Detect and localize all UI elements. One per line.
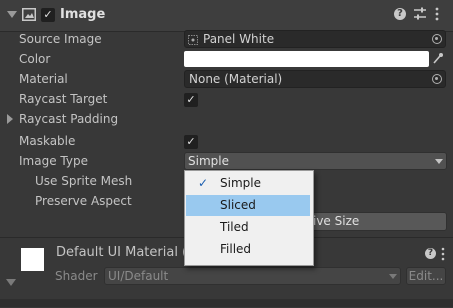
menu-item-simple[interactable]: ✓ Simple bbox=[186, 173, 310, 194]
menu-item-label: Simple bbox=[220, 176, 261, 190]
material-help-icon[interactable]: ? bbox=[425, 248, 436, 259]
image-component-icon bbox=[22, 8, 36, 21]
source-image-value: Panel White bbox=[203, 32, 275, 46]
shader-dropdown-arrow-icon bbox=[389, 274, 397, 279]
material-foldout-icon[interactable] bbox=[6, 279, 16, 286]
material-field[interactable]: None (Material) bbox=[184, 70, 446, 88]
color-label: Color bbox=[19, 52, 51, 66]
material-label: Material bbox=[19, 72, 68, 86]
image-type-menu: ✓ Simple Sliced Tiled Filled bbox=[184, 170, 314, 266]
menu-item-label: Filled bbox=[220, 242, 252, 256]
shader-edit-button[interactable]: Edit... bbox=[406, 267, 446, 285]
sprite-icon bbox=[188, 34, 198, 45]
preserve-aspect-label: Preserve Aspect bbox=[35, 194, 132, 208]
material-value: None (Material) bbox=[189, 72, 283, 86]
image-type-label: Image Type bbox=[19, 154, 88, 168]
component-enabled-checkbox[interactable]: ✓ bbox=[41, 8, 55, 22]
dropdown-arrow-icon bbox=[435, 159, 443, 164]
shader-label: Shader bbox=[55, 269, 98, 283]
set-native-size-label: ive Size bbox=[313, 214, 360, 228]
checkmark-icon: ✓ bbox=[198, 176, 209, 190]
material-picker-icon[interactable] bbox=[432, 74, 442, 84]
raycast-padding-foldout-icon[interactable] bbox=[7, 114, 13, 124]
material-preview-thumbnail bbox=[21, 248, 44, 271]
eyedropper-icon[interactable] bbox=[432, 52, 444, 65]
bottom-strip bbox=[0, 299, 453, 307]
raycast-target-label: Raycast Target bbox=[19, 92, 108, 106]
material-kebab-menu-icon[interactable] bbox=[440, 247, 446, 261]
shader-dropdown[interactable]: UI/Default bbox=[104, 267, 401, 285]
image-type-value: Simple bbox=[188, 154, 229, 168]
help-icon[interactable]: ? bbox=[394, 8, 406, 20]
menu-item-sliced[interactable]: Sliced bbox=[186, 195, 310, 216]
menu-item-label: Tiled bbox=[220, 220, 249, 234]
source-image-label: Source Image bbox=[19, 32, 102, 46]
object-picker-icon[interactable] bbox=[432, 34, 442, 44]
material-section-title: Default UI Material (M bbox=[56, 245, 199, 260]
menu-item-filled[interactable]: Filled bbox=[186, 239, 310, 260]
menu-item-label: Sliced bbox=[220, 198, 256, 212]
menu-item-tiled[interactable]: Tiled bbox=[186, 217, 310, 238]
foldout-arrow-icon[interactable] bbox=[7, 11, 17, 18]
image-type-dropdown[interactable]: Simple bbox=[184, 152, 447, 170]
color-swatch[interactable] bbox=[184, 51, 429, 67]
raycast-target-checkbox[interactable]: ✓ bbox=[184, 93, 198, 107]
maskable-checkbox[interactable]: ✓ bbox=[184, 135, 198, 149]
component-title: Image bbox=[60, 7, 106, 22]
use-sprite-mesh-label: Use Sprite Mesh bbox=[35, 174, 133, 188]
maskable-label: Maskable bbox=[19, 134, 76, 148]
shader-value: UI/Default bbox=[108, 269, 169, 283]
preset-sliders-icon[interactable] bbox=[414, 7, 426, 21]
kebab-menu-icon[interactable] bbox=[434, 7, 440, 21]
raycast-padding-label[interactable]: Raycast Padding bbox=[19, 112, 118, 126]
source-image-field[interactable]: Panel White bbox=[184, 30, 446, 48]
